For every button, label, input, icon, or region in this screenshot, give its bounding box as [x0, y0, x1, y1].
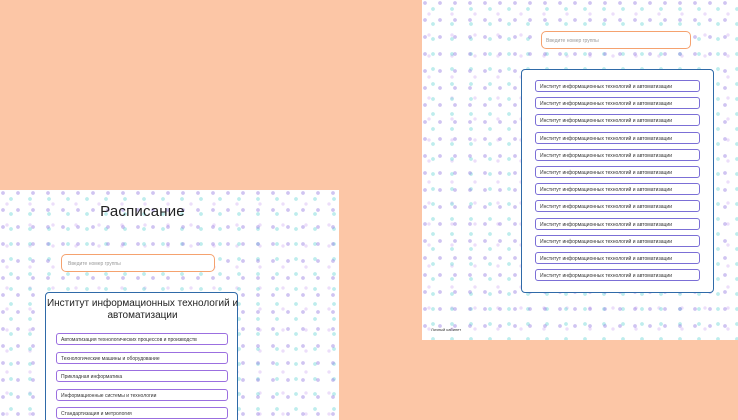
direction-item[interactable]: Стандартизация и метрология [56, 407, 228, 419]
direction-item[interactable]: Прикладная информатика [56, 370, 228, 382]
direction-item[interactable]: Информационные системы и технологии [56, 388, 228, 401]
institutes-list: Институт информационных технологий и авт… [535, 80, 700, 286]
institute-item[interactable]: Институт информационных технологий и авт… [535, 165, 700, 178]
institute-item[interactable]: Институт информационных технологий и авт… [535, 234, 700, 247]
direction-item[interactable]: Автоматизация технологических процессов … [56, 333, 228, 345]
institute-item[interactable]: Институт информационных технологий и авт… [535, 183, 700, 196]
institute-item[interactable]: Институт информационных технологий и авт… [535, 269, 700, 282]
institute-title: Институт информационных технологий и авт… [46, 298, 239, 321]
institute-item[interactable]: Институт информационных технологий и авт… [535, 131, 700, 144]
schedule-screen-left: Расписание Введите номер группы Институт… [0, 190, 339, 420]
page-title: Расписание [100, 203, 185, 220]
institute-item[interactable]: Институт информационных технологий и авт… [535, 251, 700, 264]
institute-item[interactable]: Институт информационных технологий и авт… [535, 217, 700, 230]
institute-panel: Институт информационных технологий и авт… [45, 292, 238, 420]
institute-item[interactable]: Институт информационных технологий и авт… [535, 114, 700, 127]
institute-item[interactable]: Институт информационных технологий и авт… [535, 80, 700, 92]
institute-item[interactable]: Институт информационных технологий и авт… [535, 97, 700, 110]
group-search-input[interactable]: Введите номер группы [61, 254, 215, 272]
account-link[interactable]: Личный кабинет [431, 327, 461, 332]
direction-item[interactable]: Технологические машины и оборудование [56, 351, 228, 364]
institutes-panel: Институт информационных технологий и авт… [521, 69, 714, 293]
group-search-input[interactable]: Введите номер группы [541, 31, 691, 49]
institute-item[interactable]: Институт информационных технологий и авт… [535, 200, 700, 213]
schedule-screen-right: Введите номер группы Институт информацио… [422, 0, 738, 340]
institute-item[interactable]: Институт информационных технологий и авт… [535, 148, 700, 161]
directions-list: Автоматизация технологических процессов … [56, 333, 228, 420]
